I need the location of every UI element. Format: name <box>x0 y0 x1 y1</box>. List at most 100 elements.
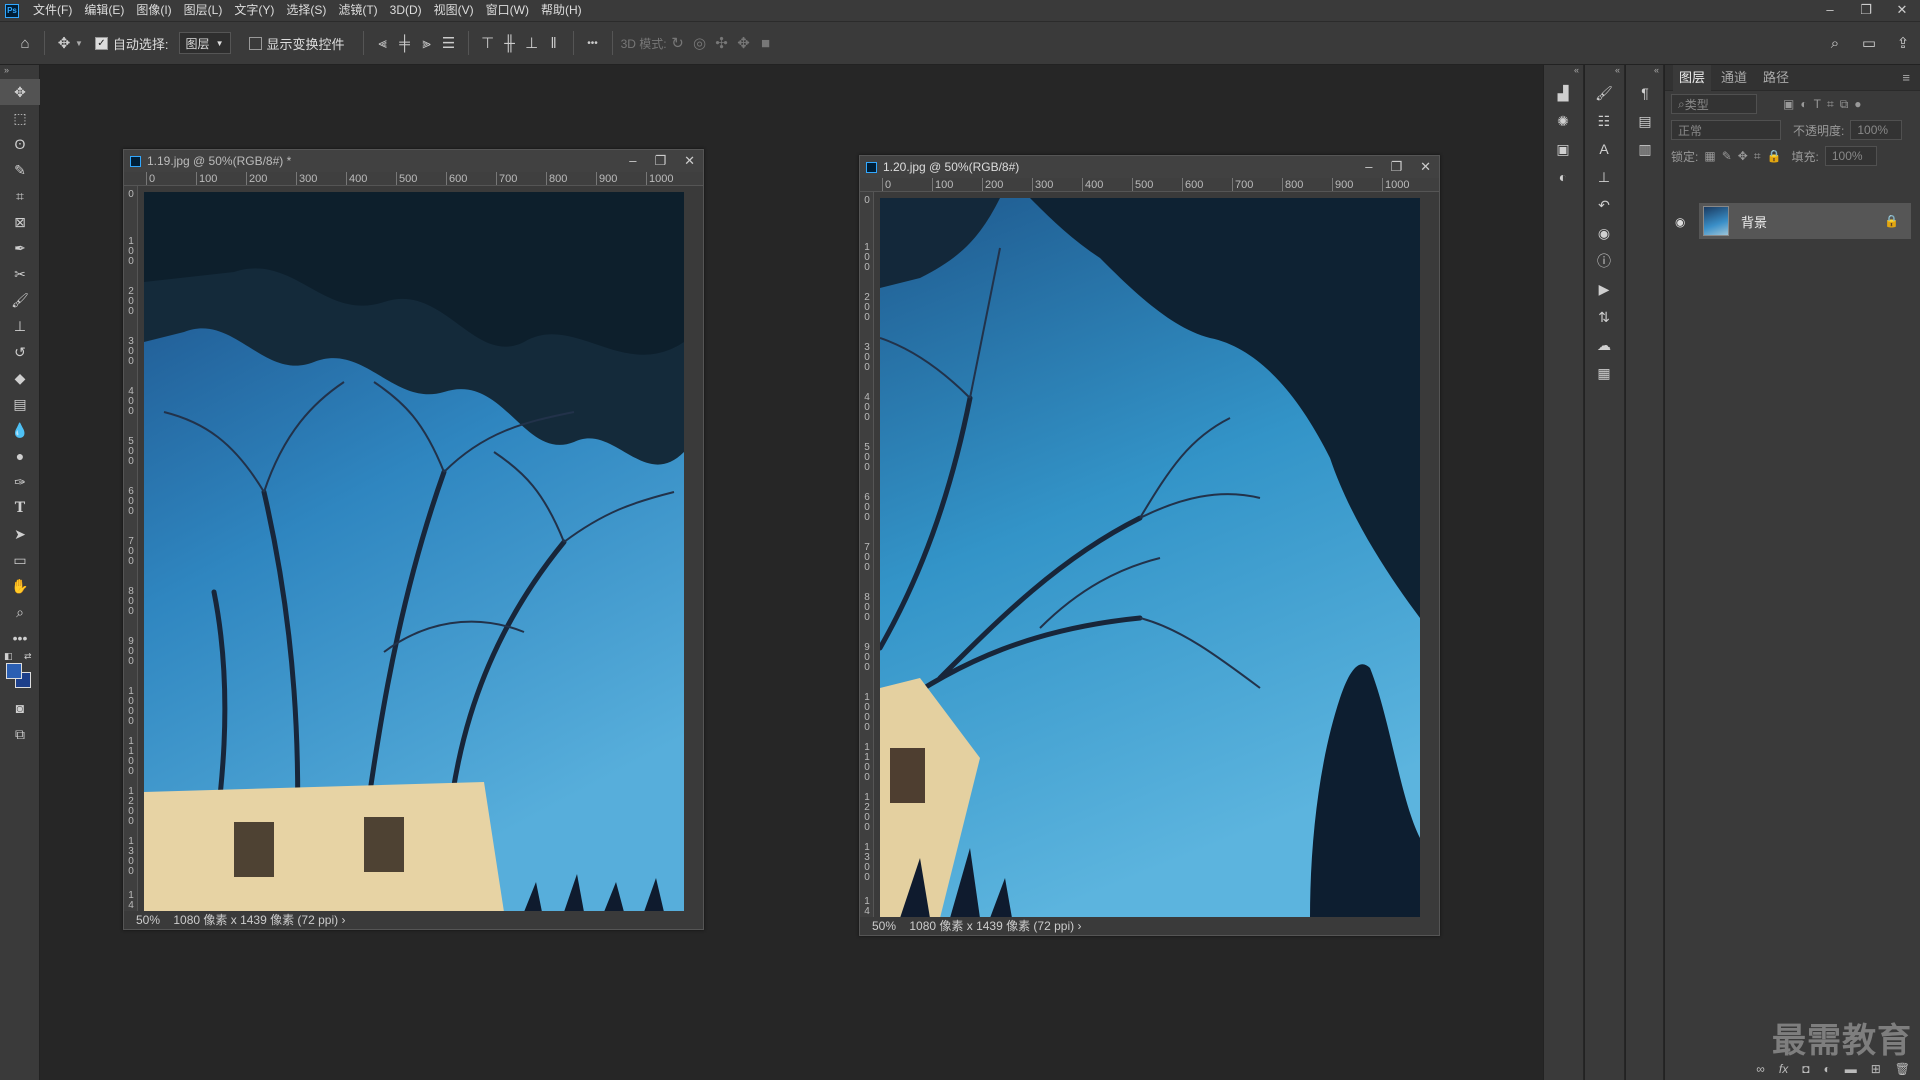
paragraph-styles-icon[interactable]: ▤ <box>1626 107 1664 135</box>
new-layer-icon[interactable]: ⊞ <box>1871 1062 1881 1076</box>
canvas-image[interactable] <box>144 192 684 912</box>
default-colors-icon[interactable]: ◧ <box>4 651 13 662</box>
menu-window[interactable]: 窗口(W) <box>480 0 535 21</box>
actions-icon[interactable]: ▶ <box>1585 275 1623 303</box>
navigator-icon[interactable]: ✺ <box>1544 107 1582 135</box>
lock-transparent-icon[interactable]: ▦ <box>1704 149 1715 163</box>
new-group-icon[interactable]: ▬ <box>1845 1062 1857 1076</box>
collapse-panel-icon[interactable]: « <box>1585 65 1624 79</box>
menu-image[interactable]: 图像(I) <box>130 0 177 21</box>
menu-3d[interactable]: 3D(D) <box>384 0 428 21</box>
visibility-eye-icon[interactable]: ◉ <box>1675 215 1685 229</box>
add-mask-icon[interactable]: ◘ <box>1802 1062 1809 1076</box>
history-icon[interactable]: ↶ <box>1585 191 1623 219</box>
align-right-icon[interactable]: ⫸ <box>416 32 438 54</box>
screen-mode-icon[interactable]: ⧉ <box>0 721 40 747</box>
document-info[interactable]: 1080 像素 x 1439 像素 (72 ppi) <box>173 913 338 927</box>
minimize-icon[interactable]: – <box>629 150 636 172</box>
character-icon[interactable]: A <box>1585 135 1623 163</box>
histogram-icon[interactable]: ▟ <box>1544 79 1582 107</box>
brush-tool-icon[interactable]: 🖌 <box>0 287 40 313</box>
layer-name[interactable]: 背景 <box>1741 212 1767 231</box>
info-icon[interactable]: ⓘ <box>1585 247 1623 275</box>
layer-row[interactable]: 背景 🔒 <box>1699 203 1911 239</box>
minimize-icon[interactable]: – <box>1812 0 1848 21</box>
close-icon[interactable]: ✕ <box>684 150 695 172</box>
filter-pixel-icon[interactable]: ▣ <box>1783 97 1794 111</box>
document-info[interactable]: 1080 像素 x 1439 像素 (72 ppi) <box>909 919 1074 933</box>
frame-tool-icon[interactable]: ⊠ <box>0 209 40 235</box>
collapse-panel-icon[interactable]: « <box>1544 65 1583 79</box>
swap-colors-icon[interactable]: ⇄ <box>24 651 32 662</box>
tab-channels[interactable]: 通道 <box>1715 65 1753 91</box>
dodge-tool-icon[interactable]: ● <box>0 443 40 469</box>
rectangle-tool-icon[interactable]: ▭ <box>0 547 40 573</box>
lasso-tool-icon[interactable]: ʘ <box>0 131 40 157</box>
foreground-color-swatch[interactable] <box>6 663 22 679</box>
workspace-icon[interactable]: ▭ <box>1858 32 1880 54</box>
paragraph-icon[interactable]: ¶ <box>1626 79 1664 107</box>
filter-smart-object-icon[interactable]: ⧉ <box>1840 97 1849 112</box>
menu-view[interactable]: 视图(V) <box>428 0 480 21</box>
show-transform-checkbox[interactable] <box>248 36 262 50</box>
adjustments-icon[interactable]: ◐ <box>1544 163 1582 191</box>
history-brush-tool-icon[interactable]: ↺ <box>0 339 40 365</box>
healing-brush-tool-icon[interactable]: ✂ <box>0 261 40 287</box>
maximize-icon[interactable]: ❐ <box>654 150 666 172</box>
minimize-icon[interactable]: – <box>1365 156 1372 178</box>
move-tool-icon[interactable]: ✥ <box>0 79 40 105</box>
styles-icon[interactable]: ◉ <box>1585 219 1623 247</box>
document-title-bar[interactable]: 1.19.jpg @ 50%(RGB/8#) * – ❐ ✕ <box>124 150 703 172</box>
menu-file[interactable]: 文件(F) <box>27 0 78 21</box>
close-icon[interactable]: ✕ <box>1420 156 1431 178</box>
canvas-image[interactable] <box>880 198 1420 918</box>
align-vcenter-icon[interactable]: ╫ <box>499 32 521 54</box>
blur-tool-icon[interactable]: 💧 <box>0 417 40 443</box>
document-title-bar[interactable]: 1.20.jpg @ 50%(RGB/8#) – ❐ ✕ <box>860 156 1439 178</box>
crop-tool-icon[interactable]: ⌗ <box>0 183 40 209</box>
menu-layer[interactable]: 图层(L) <box>178 0 229 21</box>
lock-all-icon[interactable]: 🔒 <box>1767 149 1782 163</box>
chevron-down-icon[interactable]: ▼ <box>75 39 83 48</box>
3d-roll-icon[interactable]: ◎ <box>689 32 711 54</box>
blend-mode-dropdown[interactable]: 正常 <box>1671 120 1781 140</box>
layer-comps-icon[interactable]: ⇅ <box>1585 303 1623 331</box>
layer-style-icon[interactable]: fx <box>1779 1062 1788 1076</box>
align-hcenter-icon[interactable]: ╪ <box>394 32 416 54</box>
tab-paths[interactable]: 路径 <box>1757 65 1795 91</box>
filter-shape-icon[interactable]: ⌗ <box>1827 97 1834 112</box>
menu-help[interactable]: 帮助(H) <box>535 0 588 21</box>
properties-icon[interactable]: ☷ <box>1585 107 1623 135</box>
zoom-level[interactable]: 50% <box>872 919 896 933</box>
eraser-tool-icon[interactable]: ◆ <box>0 365 40 391</box>
align-top-icon[interactable]: ⊤ <box>477 32 499 54</box>
hand-tool-icon[interactable]: ✋ <box>0 573 40 599</box>
edit-toolbar-icon[interactable]: ••• <box>0 625 40 651</box>
move-tool-preset-icon[interactable]: ✥ <box>53 32 75 54</box>
close-icon[interactable]: ✕ <box>1884 0 1920 21</box>
distribute-horizontal-icon[interactable]: ‖ <box>543 32 565 54</box>
3d-scale-icon[interactable]: ■ <box>755 32 777 54</box>
path-selection-tool-icon[interactable]: ➤ <box>0 521 40 547</box>
panel-menu-icon[interactable]: ≡ <box>1896 65 1916 91</box>
quick-mask-icon[interactable]: ◙ <box>0 695 40 721</box>
pen-tool-icon[interactable]: ✑ <box>0 469 40 495</box>
collapse-panel-icon[interactable]: « <box>1626 65 1663 79</box>
libraries-icon[interactable]: ▣ <box>1544 135 1582 163</box>
lock-image-icon[interactable]: ✎ <box>1722 149 1732 163</box>
tab-layers[interactable]: 图层 <box>1673 64 1712 91</box>
chevron-right-icon[interactable]: › <box>1077 919 1081 933</box>
document-window-1[interactable]: 1.19.jpg @ 50%(RGB/8#) * – ❐ ✕ 0 100 200… <box>123 149 704 930</box>
menu-select[interactable]: 选择(S) <box>280 0 332 21</box>
align-bottom-icon[interactable]: ⊥ <box>521 32 543 54</box>
new-adjustment-layer-icon[interactable]: ◐ <box>1823 1062 1830 1076</box>
fill-field[interactable]: 100% <box>1824 146 1877 166</box>
zoom-level[interactable]: 50% <box>136 913 160 927</box>
menu-edit[interactable]: 编辑(E) <box>78 0 130 21</box>
collapse-toolbar-icon[interactable]: » <box>0 65 39 79</box>
filter-adjustment-icon[interactable]: ◐ <box>1800 97 1807 111</box>
maximize-icon[interactable]: ❐ <box>1390 156 1402 178</box>
gradient-tool-icon[interactable]: ▤ <box>0 391 40 417</box>
restore-icon[interactable]: ❐ <box>1848 0 1884 21</box>
brush-settings-icon[interactable]: 🖌 <box>1585 79 1623 107</box>
